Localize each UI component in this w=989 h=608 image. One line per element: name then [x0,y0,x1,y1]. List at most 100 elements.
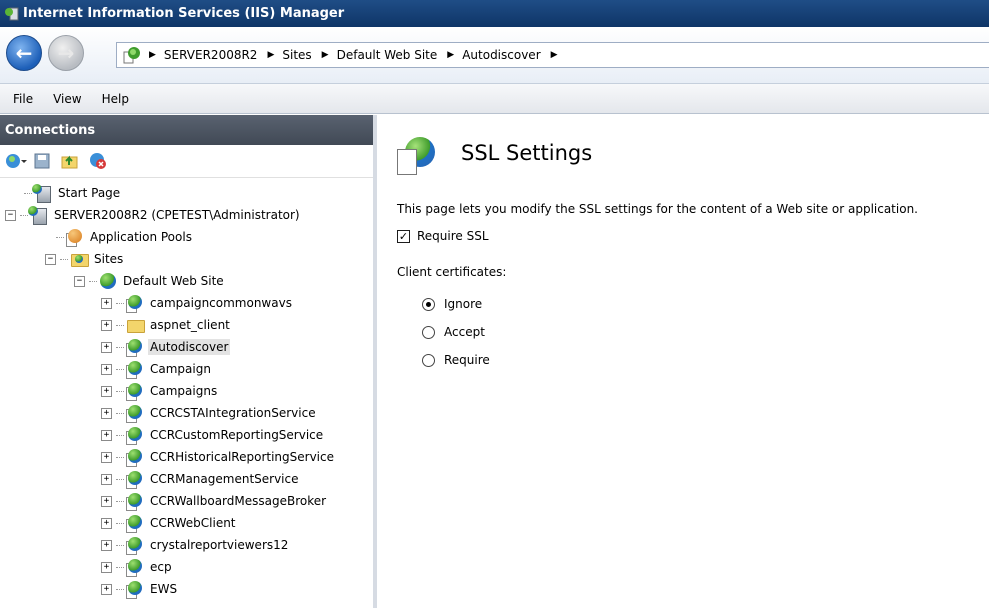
expand-icon[interactable]: + [101,583,112,595]
web-app-icon [126,492,144,511]
radio-require-row[interactable]: Require [422,353,490,367]
tree-item-ews[interactable]: + EWS [101,578,179,600]
require-ssl-checkbox[interactable]: ✓ [397,229,410,243]
tree-item-sites[interactable]: − Sites [45,248,125,270]
chevron-right-icon: ▶ [447,50,455,60]
address-bar: ← → ▶ SERVER2008R2 ▶ Sites ▶ Default Web Si… [0,27,989,84]
web-app-icon [126,580,144,599]
title-bar: Internet Information Services (IIS) Mana… [0,0,989,27]
menu-bar: File View Help [0,84,989,114]
app-pool-icon [66,228,84,247]
tree-item-start-page[interactable]: Start Page [24,182,122,204]
menu-help[interactable]: Help [92,92,139,106]
tree-item-ccrhistoricalreportingservice[interactable]: + CCRHistoricalReportingService [101,446,336,468]
expand-icon[interactable]: + [101,297,112,309]
web-app-icon [126,448,144,467]
tree-item-campaign[interactable]: + Campaign [101,358,213,380]
ssl-settings-panel: SSL Settings This page lets you modify t… [377,115,989,608]
expand-icon[interactable]: + [101,341,112,353]
page-title: SSL Settings [461,141,593,165]
expand-icon[interactable]: + [101,363,112,375]
tree-item-ccrcstaintegrationservice[interactable]: + CCRCSTAIntegrationService [101,402,318,424]
web-app-icon [126,558,144,577]
back-button[interactable]: ← [6,35,42,71]
require-ssl-row[interactable]: ✓ Require SSL [397,229,489,243]
server-icon [28,206,48,225]
expand-icon[interactable]: + [101,495,112,507]
radio-ignore[interactable] [422,297,435,311]
tree-item-campaigncommonwavs[interactable]: + campaigncommonwavs [101,292,294,314]
arrow-left-icon: ← [15,41,33,65]
tree-item-ccrmanagementservice[interactable]: + CCRManagementService [101,468,301,490]
expand-icon[interactable]: + [101,385,112,397]
page-description: This page lets you modify the SSL settin… [397,202,918,216]
web-site-icon [99,272,117,290]
tree-item-default-web-site[interactable]: − Default Web Site [74,270,226,292]
breadcrumb[interactable]: ▶ SERVER2008R2 ▶ Sites ▶ Default Web Site ▶… [116,42,989,68]
radio-require[interactable] [422,353,435,367]
tree-item-ccrwebclient[interactable]: + CCRWebClient [101,512,238,534]
tree-item-autodiscover[interactable]: + Autodiscover [101,336,231,358]
folder-icon [126,316,145,334]
tree-item-ccrwallboardmessagebroker[interactable]: + CCRWallboardMessageBroker [101,490,328,512]
radio-accept[interactable] [422,325,435,339]
chevron-right-icon: ▶ [267,50,275,60]
radio-require-label: Require [444,353,490,367]
breadcrumb-item-autodiscover[interactable]: ▶ Autodiscover [443,48,540,62]
web-app-icon [126,514,144,533]
radio-accept-label: Accept [444,325,485,339]
menu-view[interactable]: View [43,92,91,106]
expand-icon[interactable]: + [101,473,112,485]
tree-item-campaigns[interactable]: + Campaigns [101,380,219,402]
chevron-right-icon: ▶ [550,50,558,60]
tree-item-crystalreportviewers12[interactable]: + crystalreportviewers12 [101,534,290,556]
sites-folder-icon [70,250,89,268]
menu-file[interactable]: File [0,92,43,106]
connections-toolbar [0,145,373,178]
breadcrumb-item-default-web-site[interactable]: ▶ Default Web Site [318,48,438,62]
disconnect-icon[interactable] [89,152,107,170]
collapse-icon[interactable]: − [5,209,16,221]
web-app-icon [126,536,144,555]
forward-button[interactable]: → [48,35,84,71]
web-app-icon [126,404,144,423]
up-folder-icon[interactable] [61,152,79,170]
radio-accept-row[interactable]: Accept [422,325,485,339]
chevron-right-icon: ▶ [321,50,329,60]
web-app-icon [126,382,144,401]
tree-item-aspnet-client[interactable]: + aspnet_client [101,314,232,336]
connect-globe-icon[interactable] [5,152,27,170]
chevron-right-icon: ▶ [149,50,156,60]
expand-icon[interactable]: + [101,561,112,573]
expand-icon[interactable]: + [101,517,112,529]
collapse-icon[interactable]: − [45,253,56,265]
web-app-icon [123,46,141,64]
arrow-right-icon: → [57,41,75,65]
breadcrumb-dropdown[interactable]: ▶ [547,50,566,60]
tree-item-ccrcustomreportingservice[interactable]: + CCRCustomReportingService [101,424,325,446]
web-app-icon [126,338,144,357]
connections-panel: Connections Start Page − SERVER2008R2 (C… [0,115,377,608]
iis-app-icon [4,7,20,21]
expand-icon[interactable]: + [101,407,112,419]
window-title: Internet Information Services (IIS) Mana… [23,6,345,21]
save-icon[interactable] [33,152,51,170]
expand-icon[interactable]: + [101,319,112,331]
expand-icon[interactable]: + [101,451,112,463]
require-ssl-label: Require SSL [417,229,489,243]
radio-ignore-label: Ignore [444,297,483,311]
expand-icon[interactable]: + [101,429,112,441]
breadcrumb-item-server[interactable]: ▶ SERVER2008R2 [145,48,257,62]
tree-item-ecp[interactable]: + ecp [101,556,174,578]
tree-item-application-pools[interactable]: Application Pools [56,226,194,248]
web-app-icon [126,294,144,313]
web-app-icon [126,426,144,445]
connections-header: Connections [0,115,373,145]
web-app-icon [126,470,144,489]
web-app-icon [126,360,144,379]
breadcrumb-item-sites[interactable]: ▶ Sites [263,48,311,62]
tree-item-server[interactable]: − SERVER2008R2 (CPETEST\Administrator) [5,204,302,226]
radio-ignore-row[interactable]: Ignore [422,297,482,311]
expand-icon[interactable]: + [101,539,112,551]
collapse-icon[interactable]: − [74,275,85,287]
